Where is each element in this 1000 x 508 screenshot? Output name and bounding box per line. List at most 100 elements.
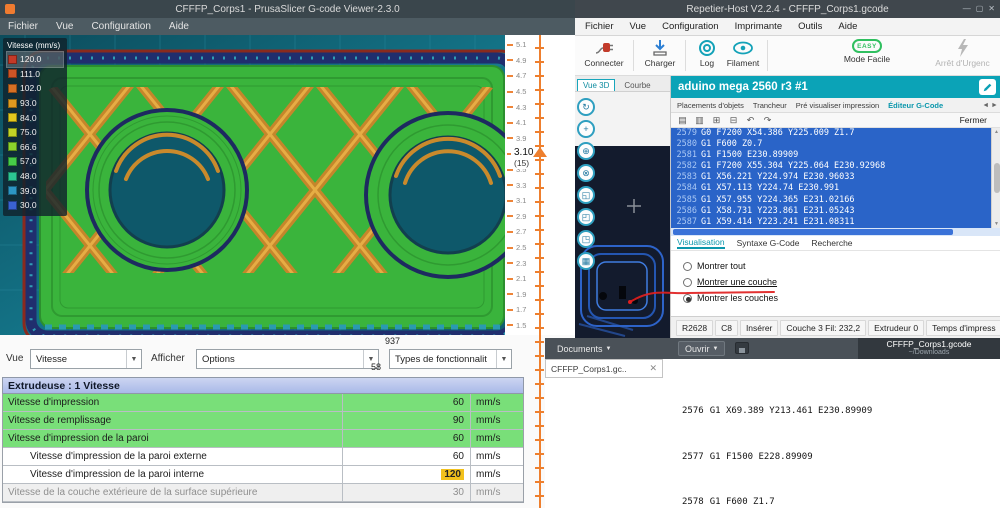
emergency-stop-button[interactable]: Arrêt d'Urgenc <box>925 39 1000 68</box>
undo-icon[interactable]: ↶ <box>744 115 757 126</box>
gcode-line: 2584 G1 X57.113 Y224.74 E230.991 <box>671 183 991 194</box>
minimize-icon[interactable]: — <box>963 4 971 13</box>
legend-item[interactable]: 120.0 <box>7 52 63 67</box>
toolbar-separator <box>633 40 634 71</box>
file-tab[interactable]: CFFFP_Corps1.gc.. ✕ <box>545 359 663 378</box>
tab-vue-3d[interactable]: Vue 3D <box>577 79 615 91</box>
editor-headerbar: Documents▼ Ouvrir▼ CFFFP_Corps1.gcode ~/… <box>545 338 1000 359</box>
connect-button[interactable]: Connecter <box>577 39 631 68</box>
gcode-editor[interactable]: 2579 G0 F7200 X54.386 Y225.009 Z1.7 2580… <box>671 128 991 228</box>
prusaslicer-titlebar[interactable]: CFFFP_Corps1 - PrusaSlicer G-code Viewer… <box>0 0 575 18</box>
tab-print-preview[interactable]: Pré visualiser impression <box>796 101 879 110</box>
text-editor-content[interactable]: 2576G1 X69.389 Y213.461 E230.89909 2577G… <box>682 361 905 508</box>
legend-item[interactable]: 102.0 <box>7 81 63 96</box>
legend-item[interactable]: 93.0 <box>7 96 63 111</box>
editor-vertical-scrollbar[interactable]: ▲ ▼ <box>991 128 1000 228</box>
menu-item[interactable]: Fichier <box>585 21 614 32</box>
chevron-down-icon[interactable]: ▼ <box>496 350 511 368</box>
open-button[interactable]: Ouvrir▼ <box>678 341 725 356</box>
easy-mode-button[interactable]: EASY Mode Facile <box>837 39 897 64</box>
move-view-icon[interactable]: + <box>577 120 595 138</box>
legend-item[interactable]: 48.0 <box>7 169 63 184</box>
radio-icon[interactable] <box>683 294 692 303</box>
layer-scale-row: 2.5 <box>507 240 526 256</box>
front-view-icon[interactable]: ◰ <box>577 208 595 226</box>
menu-item[interactable]: Fichier <box>8 21 38 32</box>
zoom-icon[interactable]: ⊕ <box>577 142 595 160</box>
rotate-view-icon[interactable]: ↻ <box>577 98 595 116</box>
pencil-icon <box>982 82 993 93</box>
radio-montrer-les-couches[interactable]: Montrer les couches <box>683 293 778 303</box>
tab-courbe[interactable]: Courbe <box>619 80 655 91</box>
gcode-preview-3d[interactable] <box>0 35 505 335</box>
layer-slider-handle[interactable] <box>533 147 547 157</box>
desktop: CFFFP_Corps1 - PrusaSlicer G-code Viewer… <box>0 0 1000 508</box>
tab-object-placement[interactable]: Placements d'objets <box>677 101 744 110</box>
feature-type-select[interactable]: Types de fonctionnalit ▼ <box>389 349 512 369</box>
close-icon[interactable]: ✕ <box>988 4 995 13</box>
radio-icon[interactable] <box>683 262 692 271</box>
tab-scroll-arrows[interactable]: ◄ ► <box>982 102 998 109</box>
legend-item[interactable]: 57.0 <box>7 154 63 169</box>
editor-line: 2578G1 F600 Z1.7 <box>682 497 905 508</box>
scrollbar-thumb[interactable] <box>994 163 1000 193</box>
add-icon[interactable]: ⊞ <box>710 115 723 126</box>
scrollbar-thumb[interactable] <box>673 229 953 235</box>
maximize-icon[interactable]: ▢ <box>976 4 984 13</box>
menu-item[interactable]: Aide <box>838 21 857 32</box>
repetier-titlebar[interactable]: Repetier-Host V2.2.4 - CFFFP_Corps1.gcod… <box>575 0 1000 18</box>
scroll-up-icon[interactable]: ▲ <box>994 129 999 135</box>
edit-printer-button[interactable] <box>979 79 996 95</box>
editor-horizontal-scrollbar[interactable] <box>671 228 1000 236</box>
radio-montrer-une-couche[interactable]: Montrer une couche <box>683 277 777 287</box>
documents-button[interactable]: Documents▼ <box>557 341 611 356</box>
redo-icon[interactable]: ↷ <box>761 115 774 126</box>
layer-z-label: 4.9 <box>516 56 526 65</box>
legend-item[interactable]: 111.0 <box>7 67 63 82</box>
legend-item[interactable]: 84.0 <box>7 110 63 125</box>
legend-color-swatch <box>8 99 17 108</box>
tab-gcode-editor[interactable]: Éditeur G-Code <box>888 101 943 110</box>
filament-button[interactable]: Filament <box>723 39 763 68</box>
new-file-icon[interactable]: ▤ <box>676 115 689 126</box>
close-tab-icon[interactable]: ✕ <box>649 363 657 374</box>
show-select[interactable]: Options ▼ <box>196 349 379 369</box>
menu-item[interactable]: Configuration <box>91 21 150 32</box>
layer-slider[interactable]: 5.1 4.9 4.7 4.5 <box>505 35 575 335</box>
menu-item[interactable]: Aide <box>169 21 189 32</box>
editor-file-path: ~/Downloads <box>909 349 950 357</box>
load-button[interactable]: Charger <box>638 39 682 68</box>
save-icon[interactable] <box>735 342 749 354</box>
menu-item[interactable]: Outils <box>798 21 822 32</box>
editor-title-block[interactable]: CFFFP_Corps1.gcode ~/Downloads <box>858 338 1000 359</box>
reset-view-icon[interactable]: ⊗ <box>577 164 595 182</box>
radio-montrer-tout[interactable]: Montrer tout <box>683 261 746 271</box>
legend-item[interactable]: 66.6 <box>7 140 63 155</box>
legend-item[interactable]: 75.0 <box>7 125 63 140</box>
legend-item[interactable]: 30.0 <box>7 198 63 213</box>
tab-syntaxe[interactable]: Syntaxe G-Code <box>737 238 800 248</box>
layer-scale-row: 4.5 <box>507 84 526 100</box>
top-view-icon[interactable]: ◳ <box>577 230 595 248</box>
menu-item[interactable]: Vue <box>630 21 647 32</box>
scroll-down-icon[interactable]: ▼ <box>994 221 999 227</box>
legend-color-swatch <box>8 201 17 210</box>
menu-item[interactable]: Configuration <box>662 21 719 32</box>
save-file-icon[interactable]: ▥ <box>693 115 706 126</box>
chevron-down-icon[interactable]: ▼ <box>126 350 141 368</box>
tab-visualisation[interactable]: Visualisation <box>677 237 725 249</box>
view-select[interactable]: Vitesse ▼ <box>30 349 142 369</box>
grid-view-icon[interactable]: ▦ <box>577 252 595 270</box>
legend-item[interactable]: 39.0 <box>7 183 63 198</box>
menu-item[interactable]: Imprimante <box>735 21 783 32</box>
menu-item[interactable]: Vue <box>56 21 73 32</box>
log-button[interactable]: Log <box>692 39 722 68</box>
prusaslicer-app-icon <box>5 4 15 14</box>
setting-unit: mm/s <box>471 448 523 465</box>
tab-slicer[interactable]: Trancheur <box>753 101 787 110</box>
radio-icon[interactable] <box>683 278 692 287</box>
tab-recherche[interactable]: Recherche <box>811 238 852 248</box>
close-editor-button[interactable]: Fermer <box>960 115 987 125</box>
remove-icon[interactable]: ⊟ <box>727 115 740 126</box>
iso-view-icon[interactable]: ◱ <box>577 186 595 204</box>
